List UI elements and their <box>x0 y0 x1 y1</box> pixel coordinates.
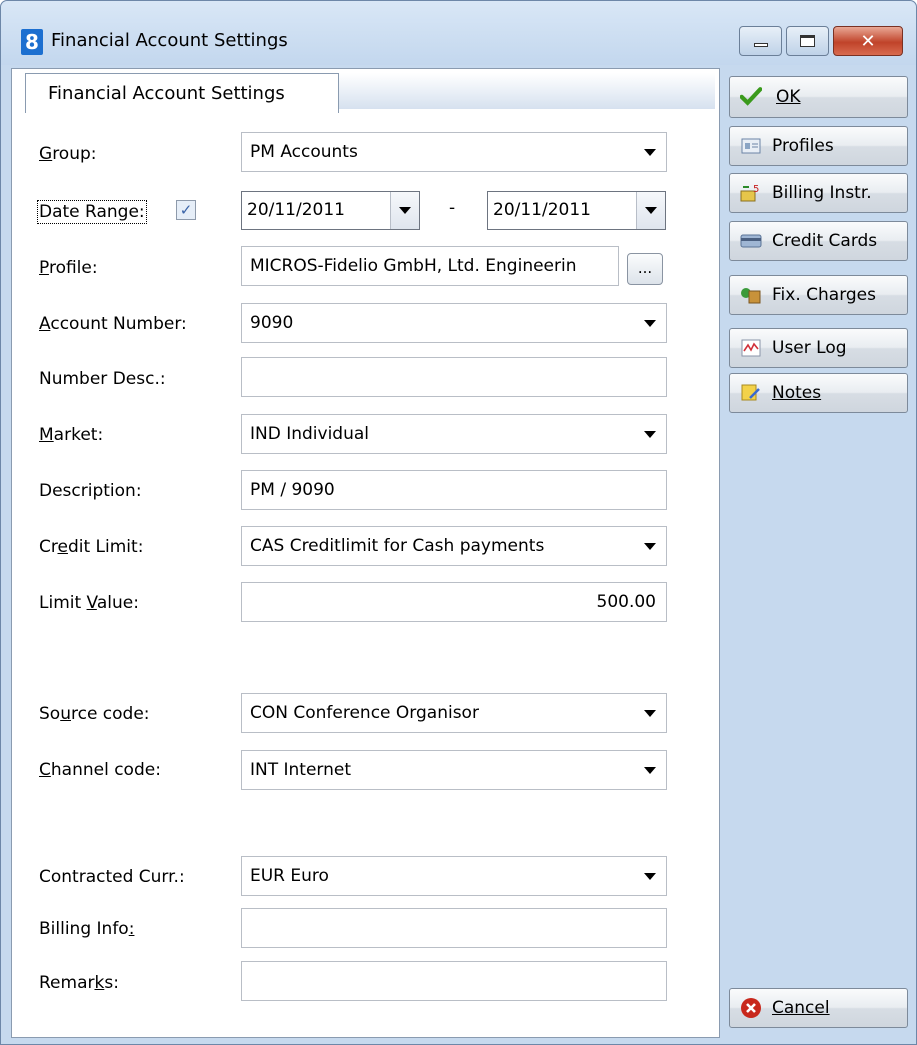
market-label: Market: <box>39 425 104 445</box>
profiles-button[interactable]: Profiles <box>729 126 908 166</box>
fix-charges-label: Fix. Charges <box>772 285 876 305</box>
chevron-down-icon <box>644 710 656 717</box>
date-separator: - <box>449 198 456 218</box>
number-desc-label: Number Desc.: <box>39 369 166 389</box>
charges-icon <box>740 285 762 305</box>
channel-code-label: Channel code: <box>39 760 161 780</box>
date-from-value: 20/11/2011 <box>247 200 345 220</box>
channel-code-value: INT Internet <box>250 760 352 780</box>
contracted-curr-label: Contracted Curr.: <box>39 867 185 887</box>
tab-financial-account-settings[interactable]: Financial Account Settings <box>25 73 339 113</box>
group-label-text: roup: <box>52 144 97 164</box>
action-sidebar <box>727 68 910 1038</box>
credit-cards-label: Credit Cards <box>772 231 878 251</box>
remarks-field[interactable] <box>241 961 667 1001</box>
chevron-down-icon <box>644 543 656 550</box>
window-title: Financial Account Settings <box>51 30 288 51</box>
app-logo-icon: 8 <box>21 29 43 55</box>
account-number-label: Account Number: <box>39 314 187 334</box>
user-log-label: User Log <box>772 338 847 358</box>
credit-limit-label: Credit Limit: <box>39 537 144 557</box>
remarks-label: Remarks: <box>39 973 119 993</box>
contracted-curr-select[interactable]: EUR Euro <box>241 856 667 896</box>
fix-charges-button[interactable]: Fix. Charges <box>729 275 908 315</box>
credit-card-icon <box>740 231 762 251</box>
market-value: IND Individual <box>250 424 370 444</box>
chevron-down-icon <box>644 320 656 327</box>
minimize-button[interactable] <box>739 26 782 56</box>
source-code-select[interactable]: CON Conference Organisor <box>241 693 667 733</box>
cancel-icon <box>740 998 762 1018</box>
user-log-button[interactable]: User Log <box>729 328 908 368</box>
source-code-value: CON Conference Organisor <box>250 703 479 723</box>
limit-value-label: Limit Value: <box>39 593 139 613</box>
chevron-down-icon <box>399 207 411 214</box>
minimize-icon <box>740 27 781 55</box>
contracted-curr-value: EUR Euro <box>250 866 329 886</box>
date-range-label: Date Range: <box>37 200 147 224</box>
date-from-dropdown[interactable] <box>390 192 419 229</box>
billing-icon: 5 <box>740 183 762 203</box>
market-select[interactable]: IND Individual <box>241 414 667 454</box>
account-number-value: 9090 <box>250 313 294 333</box>
date-from-picker[interactable]: 20/11/2011 <box>241 191 420 230</box>
date-range-checkbox[interactable]: ✓ <box>176 200 196 220</box>
checkmark-icon <box>740 86 762 106</box>
description-label: Description: <box>39 481 142 501</box>
description-field[interactable]: PM / 9090 <box>241 470 667 510</box>
title-bar: 8 Financial Account Settings ✕ <box>1 1 916 65</box>
profile-browse-button[interactable]: ... <box>627 253 663 285</box>
date-to-dropdown[interactable] <box>636 192 665 229</box>
notes-label: Notes <box>772 383 822 403</box>
group-value: PM Accounts <box>250 142 358 162</box>
limit-value-field[interactable]: 500.00 <box>241 582 667 622</box>
profile-card-icon <box>740 136 762 156</box>
ok-label: OK <box>776 87 801 107</box>
notes-button[interactable]: Notes <box>729 373 908 413</box>
chart-icon <box>740 338 762 358</box>
close-icon: ✕ <box>860 30 876 52</box>
chevron-down-icon <box>644 149 656 156</box>
profile-label: Profile: <box>39 258 98 278</box>
group-select[interactable]: PM Accounts <box>241 132 667 172</box>
chevron-down-icon <box>644 767 656 774</box>
credit-cards-button[interactable]: Credit Cards <box>729 221 908 261</box>
number-desc-field[interactable] <box>241 357 667 397</box>
notes-icon <box>740 383 762 403</box>
dialog-window: 8 Financial Account Settings ✕ Financial… <box>0 0 917 1045</box>
credit-limit-select[interactable]: CAS Creditlimit for Cash payments <box>241 526 667 566</box>
billing-info-label: Billing Info: <box>39 919 135 939</box>
date-to-picker[interactable]: 20/11/2011 <box>487 191 666 230</box>
account-number-select[interactable]: 9090 <box>241 303 667 343</box>
profiles-label: Profiles <box>772 136 834 156</box>
date-to-value: 20/11/2011 <box>493 200 591 220</box>
chevron-down-icon <box>644 431 656 438</box>
ok-button[interactable]: OK <box>729 76 908 118</box>
cancel-label: Cancel <box>772 998 830 1018</box>
credit-limit-value: CAS Creditlimit for Cash payments <box>250 536 545 556</box>
billing-instr-label: Billing Instr. <box>772 183 872 203</box>
chevron-down-icon <box>644 873 656 880</box>
group-label: Group: <box>39 144 97 164</box>
channel-code-select[interactable]: INT Internet <box>241 750 667 790</box>
chevron-down-icon <box>645 207 657 214</box>
billing-instr-button[interactable]: 5 Billing Instr. <box>729 173 908 213</box>
maximize-icon <box>787 27 828 55</box>
cancel-button[interactable]: Cancel <box>729 988 908 1028</box>
billing-info-field[interactable] <box>241 908 667 948</box>
close-button[interactable]: ✕ <box>833 26 903 56</box>
source-code-label: Source code: <box>39 704 150 724</box>
maximize-button[interactable] <box>786 26 829 56</box>
svg-text:5: 5 <box>753 184 759 195</box>
profile-field[interactable]: MICROS-Fidelio GmbH, Ltd. Engineerin <box>241 246 619 286</box>
